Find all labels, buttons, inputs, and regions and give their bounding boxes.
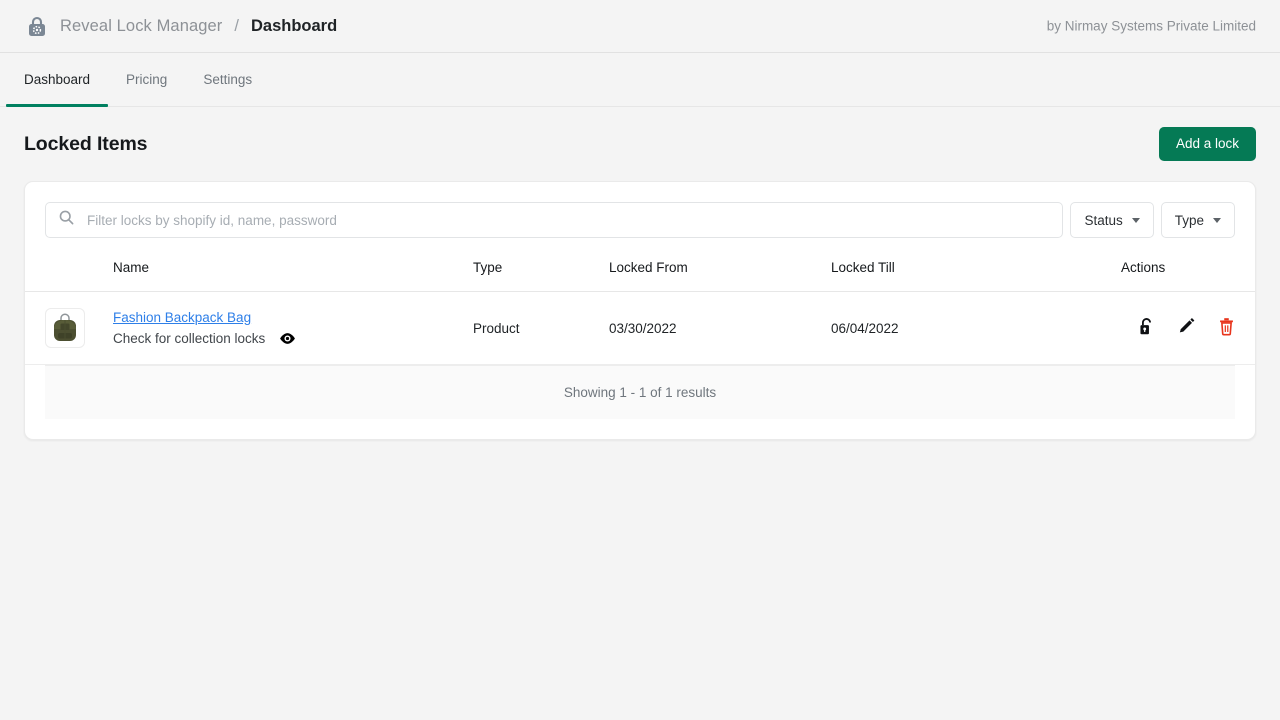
row-actions-cell <box>1121 291 1255 365</box>
chevron-down-icon <box>1213 217 1221 223</box>
column-name: Name <box>113 238 473 292</box>
row-actions <box>1138 317 1235 336</box>
search-box[interactable] <box>45 202 1064 238</box>
results-footer: Showing 1 - 1 of 1 results <box>45 365 1235 419</box>
search-icon <box>58 209 75 231</box>
search-input[interactable] <box>85 211 1051 229</box>
tab-pricing[interactable]: Pricing <box>108 53 185 106</box>
row-name-cell: Fashion Backpack Bag Check for collectio… <box>113 291 473 365</box>
edit-icon[interactable] <box>1177 317 1196 336</box>
padlock-icon <box>24 13 50 39</box>
locked-items-table: Name Type Locked From Locked Till Action… <box>25 238 1255 365</box>
column-locked-till: Locked Till <box>831 238 1121 292</box>
table-header: Name Type Locked From Locked Till Action… <box>25 238 1255 292</box>
table-header-row: Name Type Locked From Locked Till Action… <box>25 238 1255 292</box>
tab-settings-label: Settings <box>203 72 253 87</box>
locked-items-card: Status Type Name Type Locked From Locked… <box>24 181 1256 440</box>
product-link[interactable]: Fashion Backpack Bag <box>113 310 251 325</box>
status-filter-label: Status <box>1084 212 1123 228</box>
row-locked-from: 03/30/2022 <box>609 291 831 365</box>
row-locked-till: 06/04/2022 <box>831 291 1121 365</box>
add-lock-button[interactable]: Add a lock <box>1158 126 1256 162</box>
column-actions: Actions <box>1121 238 1255 292</box>
table-row: Fashion Backpack Bag Check for collectio… <box>25 291 1255 365</box>
column-type: Type <box>473 238 609 292</box>
card-toolbar: Status Type <box>25 182 1255 238</box>
table-body: Fashion Backpack Bag Check for collectio… <box>25 291 1255 365</box>
type-filter-dropdown[interactable]: Type <box>1160 202 1235 238</box>
tab-settings[interactable]: Settings <box>185 53 270 106</box>
attribution-text: by Nirmay Systems Private Limited <box>1046 18 1256 34</box>
collection-lock-note: Check for collection locks <box>113 331 266 346</box>
tab-bar: Dashboard Pricing Settings <box>0 53 1280 107</box>
row-type: Product <box>473 291 609 365</box>
page-title: Locked Items <box>24 132 148 155</box>
tab-dashboard-label: Dashboard <box>24 72 91 87</box>
type-filter-label: Type <box>1174 212 1204 228</box>
page-header: Locked Items Add a lock <box>24 107 1256 181</box>
row-thumbnail-cell <box>25 291 113 365</box>
page-content: Locked Items Add a lock Status <box>0 107 1280 440</box>
tab-pricing-label: Pricing <box>126 72 168 87</box>
column-thumbnail <box>25 238 113 292</box>
tab-dashboard[interactable]: Dashboard <box>6 53 109 107</box>
app-header: Reveal Lock Manager / Dashboard by Nirma… <box>0 0 1280 53</box>
brand-name[interactable]: Reveal Lock Manager <box>60 17 222 36</box>
delete-icon[interactable] <box>1218 317 1235 336</box>
filter-row: Status Type <box>45 202 1235 238</box>
column-locked-from: Locked From <box>609 238 831 292</box>
breadcrumb-separator: / <box>234 16 239 35</box>
unlock-icon[interactable] <box>1138 317 1155 336</box>
row-subtitle: Check for collection locks <box>113 331 473 346</box>
breadcrumb: Reveal Lock Manager / Dashboard <box>24 13 337 39</box>
eye-icon[interactable] <box>279 332 296 345</box>
status-filter-dropdown[interactable]: Status <box>1070 202 1154 238</box>
chevron-down-icon <box>1131 217 1140 223</box>
backpack-thumbnail <box>45 308 85 348</box>
page-title-breadcrumb: Dashboard <box>251 16 338 35</box>
